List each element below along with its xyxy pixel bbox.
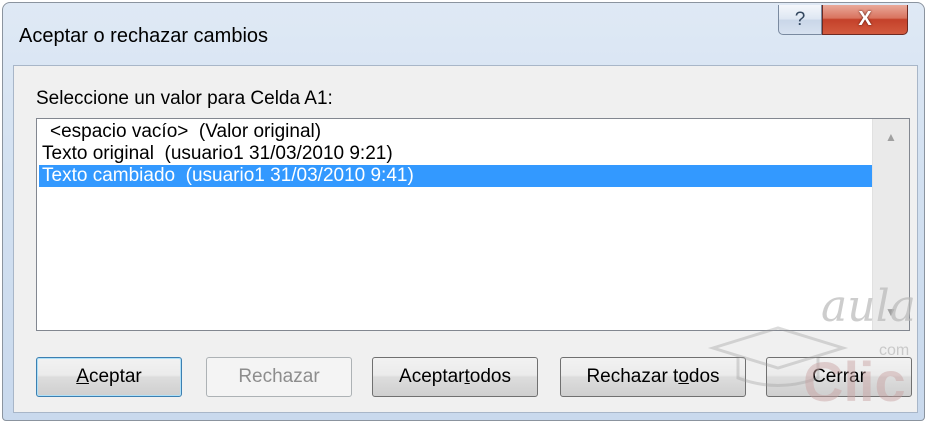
values-listbox[interactable]: <espacio vacío> (Valor original) Texto o… <box>36 118 910 331</box>
dialog-window: Aceptar o rechazar cambios ? X Seleccion… <box>2 2 925 421</box>
help-button[interactable]: ? <box>778 5 822 35</box>
window-title: Aceptar o rechazar cambios <box>19 25 269 47</box>
dialog-client-area: Seleccione un valor para Celda A1: <espa… <box>13 65 918 413</box>
list-item-changed-text[interactable]: Texto cambiado (usuario1 31/03/2010 9:41… <box>39 165 877 187</box>
help-icon: ? <box>794 8 806 30</box>
reject-all-button[interactable]: Rechazar t o dos <box>560 357 746 397</box>
scroll-up-arrow-icon[interactable]: ▲ <box>873 119 909 155</box>
accept-all-button[interactable]: Aceptar t odos <box>372 357 538 397</box>
accept-mnemonic: A <box>76 366 89 387</box>
close-window-button[interactable]: X <box>822 5 908 35</box>
listbox-scrollbar[interactable]: ▲ ▼ <box>872 119 909 330</box>
close-icon: X <box>858 8 872 30</box>
reject-all-mnemonic: o <box>678 366 689 387</box>
select-value-label: Seleccione un valor para Celda A1: <box>36 88 333 109</box>
list-item-original-value[interactable]: <espacio vacío> (Valor original) <box>47 121 877 143</box>
close-button[interactable]: Cerrar <box>766 357 912 397</box>
reject-button: Rechazar <box>206 357 352 397</box>
scroll-down-arrow-icon[interactable]: ▼ <box>873 294 909 330</box>
list-item-original-text[interactable]: Texto original (usuario1 31/03/2010 9:21… <box>39 143 877 165</box>
accept-button[interactable]: Aceptar <box>36 357 182 397</box>
